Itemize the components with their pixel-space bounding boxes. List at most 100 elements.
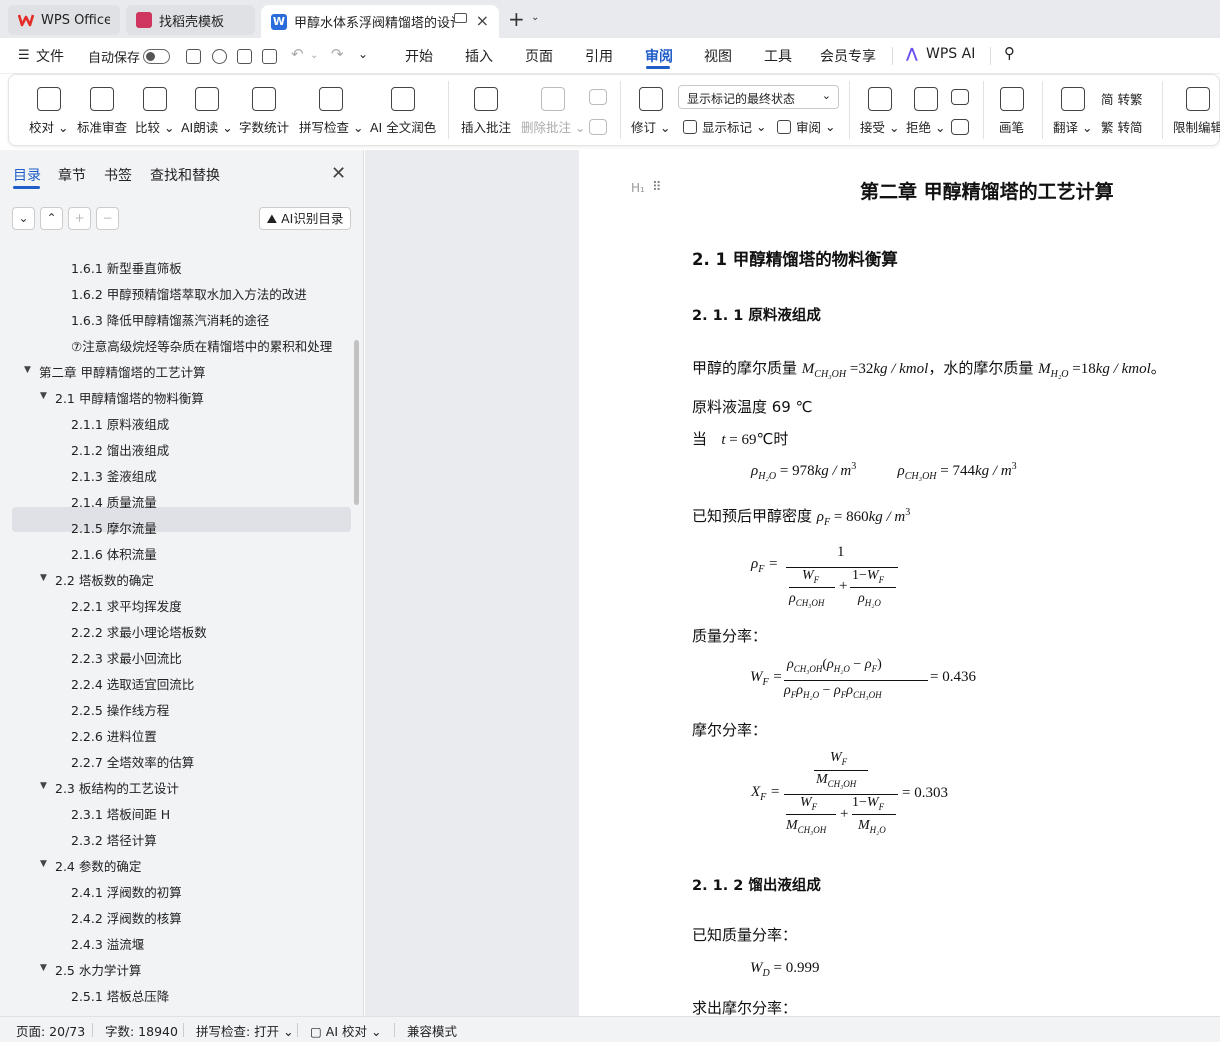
toc-item[interactable]: 2.4 参数的确定 — [55, 856, 141, 875]
prev-comment-button[interactable] — [589, 89, 607, 105]
menu-review[interactable]: 审阅 — [645, 46, 673, 66]
accept-button[interactable]: 接受 ⌄ — [860, 87, 899, 136]
proofread-button[interactable]: 校对 ⌄ — [29, 87, 68, 136]
toc-item[interactable]: 2.1.4 质量流量 — [71, 492, 157, 511]
tab-find-replace[interactable]: 查找和替换 — [150, 165, 220, 185]
tab-sections[interactable]: 章节 — [58, 165, 86, 185]
show-markup-button[interactable]: 显示标记 ⌄ — [683, 117, 766, 136]
tab-wps-office[interactable]: WPS Office — [8, 5, 120, 35]
expand-toggle-icon[interactable]: ▼ — [40, 859, 47, 869]
toc-scrollbar[interactable] — [354, 340, 359, 505]
expand-toggle-icon[interactable]: ▼ — [40, 963, 47, 973]
close-pane-icon[interactable]: ✕ — [331, 163, 346, 184]
toc-item[interactable]: 2.1.5 摩尔流量 — [71, 518, 157, 537]
to-traditional-button[interactable]: 简 转繁 — [1101, 89, 1142, 108]
ai-proofread-status[interactable]: ▢ AI 校对 ⌄ — [310, 1021, 381, 1040]
file-menu[interactable]: 文件 — [36, 46, 64, 66]
toc-item[interactable]: 2.3.2 塔径计算 — [71, 830, 157, 849]
toc-item[interactable]: 2.3 板结构的工艺设计 — [55, 778, 179, 797]
reject-button[interactable]: 拒绝 ⌄ — [906, 87, 945, 136]
translate-button[interactable]: 翻译 ⌄ — [1053, 87, 1092, 136]
drag-handle-icon[interactable]: ⠿ — [652, 180, 661, 195]
collapse-all-icon[interactable]: ⌃ — [40, 207, 63, 230]
standard-review-button[interactable]: 标准审查 — [77, 87, 127, 136]
prev-change-button[interactable] — [951, 89, 969, 105]
toc-item[interactable]: 2.1.3 釜液组成 — [71, 466, 157, 485]
toc-item[interactable]: 2.2 塔板数的确定 — [55, 570, 154, 589]
tab-bookmarks[interactable]: 书签 — [104, 165, 132, 185]
ai-polish-button[interactable]: AI 全文润色 — [370, 87, 436, 136]
toc-item[interactable]: 2.1 甲醇精馏塔的物料衡算 — [55, 388, 204, 407]
menu-reference[interactable]: 引用 — [585, 46, 613, 66]
menu-insert[interactable]: 插入 — [465, 46, 493, 66]
toc-item[interactable]: ⑦注意高级烷烃等杂质在精馏塔中的累积和处理 — [71, 336, 332, 355]
tab-docer-templates[interactable]: 找稻壳模板 — [126, 5, 255, 35]
toc-item[interactable]: 2.1.1 原料液组成 — [71, 414, 169, 433]
expand-toggle-icon[interactable]: ▼ — [24, 365, 31, 375]
toc-item[interactable]: 2.2.5 操作线方程 — [71, 700, 169, 719]
markup-state-dropdown[interactable]: 显示标记的最终状态 ⌄ — [678, 85, 839, 109]
track-changes-button[interactable]: 修订 ⌄ — [631, 87, 670, 136]
menu-member[interactable]: 会员专享 — [820, 46, 876, 66]
expand-toggle-icon[interactable]: ▼ — [40, 391, 47, 401]
toc-item[interactable]: 2.2.1 求平均挥发度 — [71, 596, 182, 615]
insert-comment-button[interactable]: 插入批注 — [461, 87, 511, 136]
monitor-icon[interactable] — [454, 13, 467, 23]
print-icon[interactable] — [237, 49, 252, 64]
word-count-button[interactable]: 字数统计 — [239, 87, 289, 136]
spell-check-button[interactable]: 拼写检查 ⌄ — [299, 87, 363, 136]
hamburger-icon[interactable]: ☰ — [18, 48, 30, 63]
toc-item[interactable]: 2.1.6 体积流量 — [71, 544, 157, 563]
spell-check-status[interactable]: 拼写检查: 打开 ⌄ — [196, 1021, 294, 1040]
compare-button[interactable]: 比较 ⌄ — [135, 87, 174, 136]
share-icon[interactable] — [212, 49, 227, 64]
toc-item[interactable]: 2.5.1 塔板总压降 — [71, 986, 169, 1005]
toc-item[interactable]: 2.2.7 全塔效率的估算 — [71, 752, 194, 771]
toc-item[interactable]: 2.4.1 浮阀数的初算 — [71, 882, 182, 901]
tab-list-chevron-icon[interactable]: ⌄ — [531, 12, 539, 23]
toc-item[interactable]: 第二章 甲醇精馏塔的工艺计算 — [39, 362, 205, 381]
toc-item[interactable]: 2.1.2 馏出液组成 — [71, 440, 169, 459]
promote-icon[interactable]: + — [68, 207, 91, 230]
document-page[interactable]: H₁ ⠿ 第二章 甲醇精馏塔的工艺计算 2. 1 甲醇精馏塔的物料衡算 2. 1… — [580, 150, 1220, 1016]
delete-comment-button[interactable]: 删除批注 ⌄ — [521, 87, 585, 136]
expand-all-icon[interactable]: ⌄ — [12, 207, 35, 230]
undo-icon[interactable]: ↶ — [291, 45, 304, 63]
word-count-indicator[interactable]: 字数: 18940 — [105, 1021, 178, 1040]
toc-item[interactable]: 2.4.3 溢流堰 — [71, 934, 144, 953]
toc-item[interactable]: 2.4.2 浮阀数的核算 — [71, 908, 182, 927]
menu-start[interactable]: 开始 — [405, 46, 433, 66]
expand-toggle-icon[interactable]: ▼ — [40, 573, 47, 583]
tab-document[interactable]: W 甲醇水体系浮阀精馏塔的设计 × — [261, 5, 499, 38]
menu-tools[interactable]: 工具 — [764, 46, 792, 66]
ai-toc-button[interactable]: ⛰ AI识别目录 — [259, 207, 351, 230]
new-tab-icon[interactable]: + — [508, 7, 525, 31]
toc-item[interactable]: 2.2.6 进料位置 — [71, 726, 157, 745]
close-tab-icon[interactable]: × — [476, 11, 489, 30]
menu-page[interactable]: 页面 — [525, 46, 553, 66]
toc-item[interactable]: 2.2.2 求最小理论塔板数 — [71, 622, 207, 641]
toc-item[interactable]: 2.2.3 求最小回流比 — [71, 648, 182, 667]
search-icon[interactable]: ⚲ — [1004, 44, 1015, 62]
expand-toggle-icon[interactable]: ▼ — [40, 781, 47, 791]
print-preview-icon[interactable] — [262, 49, 277, 64]
restrict-editing-button[interactable]: 限制编辑 — [1173, 87, 1220, 136]
more-chevron-icon[interactable]: ⌄ — [358, 47, 368, 61]
demote-icon[interactable]: − — [96, 207, 119, 230]
save-icon[interactable] — [186, 49, 201, 64]
redo-icon[interactable]: ↷ — [331, 45, 344, 63]
menu-view[interactable]: 视图 — [704, 46, 732, 66]
tab-toc[interactable]: 目录 — [13, 165, 41, 185]
toc-item[interactable]: 2.5 水力学计算 — [55, 960, 141, 979]
next-comment-button[interactable] — [589, 119, 607, 135]
undo-dropdown-icon[interactable]: ⌄ — [310, 50, 318, 61]
toc-item[interactable]: 2.3.1 塔板间距 H — [71, 804, 170, 823]
page-indicator[interactable]: 页面: 20/73 — [16, 1021, 85, 1040]
autosave-toggle[interactable] — [143, 49, 170, 64]
toc-item[interactable]: 1.6.1 新型垂直筛板 — [71, 258, 182, 277]
toc-item[interactable]: 1.6.3 降低甲醇精馏蒸汽消耗的途径 — [71, 310, 269, 329]
toc-item[interactable]: 2.2.4 选取适宜回流比 — [71, 674, 194, 693]
toc-item[interactable]: 1.6.2 甲醇预精馏塔萃取水加入方法的改进 — [71, 284, 307, 303]
pen-button[interactable]: 画笔 — [999, 87, 1024, 136]
ai-read-button[interactable]: AI朗读 ⌄ — [181, 87, 233, 136]
